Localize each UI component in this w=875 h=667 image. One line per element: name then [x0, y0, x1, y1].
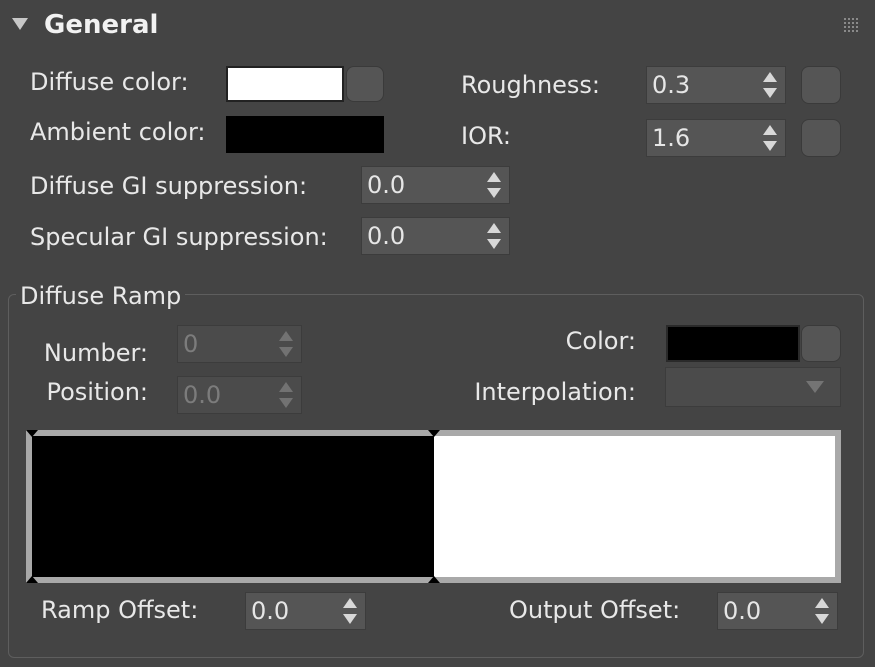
- spinner-arrows-icon[interactable]: [487, 223, 501, 249]
- ior-map-button[interactable]: [801, 119, 841, 157]
- spinner-arrows-icon[interactable]: [343, 598, 357, 624]
- spinner-arrows-icon[interactable]: [763, 72, 777, 98]
- output-offset-label: Output Offset:: [509, 596, 681, 624]
- panel-grip-icon[interactable]: [844, 18, 858, 32]
- ramp-position-spinner[interactable]: 0.0: [177, 376, 302, 414]
- ramp-position-label: Position:: [46, 378, 148, 406]
- ior-label: IOR:: [461, 122, 511, 150]
- spinner-arrows-icon[interactable]: [763, 125, 777, 151]
- spinner-arrows-icon[interactable]: [279, 382, 293, 408]
- diffuse-gi-suppression-value: 0.0: [367, 171, 406, 199]
- spinner-arrows-icon[interactable]: [815, 598, 829, 624]
- roughness-value: 0.3: [652, 71, 691, 99]
- ramp-stop-flag-icon[interactable]: [427, 430, 440, 437]
- ior-spinner[interactable]: 1.6: [646, 119, 786, 157]
- ramp-stop-flag-icon[interactable]: [427, 576, 440, 583]
- collapse-triangle-icon[interactable]: [12, 18, 28, 30]
- diffuse-gi-suppression-spinner[interactable]: 0.0: [361, 166, 510, 204]
- ramp-number-spinner[interactable]: 0: [177, 325, 302, 363]
- ramp-gradient-bar[interactable]: [26, 430, 841, 583]
- specular-gi-suppression-label: Specular GI suppression:: [30, 223, 328, 251]
- interpolation-label: Interpolation:: [474, 378, 636, 406]
- ior-value: 1.6: [652, 124, 691, 152]
- diffuse-gi-suppression-label: Diffuse GI suppression:: [30, 172, 308, 200]
- ramp-offset-value: 0.0: [251, 597, 290, 625]
- ramp-number-label: Number:: [43, 339, 148, 367]
- panel-title: General: [44, 10, 159, 40]
- dropdown-arrow-icon: [806, 381, 824, 393]
- diffuse-map-button[interactable]: [346, 66, 384, 102]
- roughness-map-button[interactable]: [801, 66, 841, 104]
- roughness-spinner[interactable]: 0.3: [646, 66, 786, 104]
- output-offset-spinner[interactable]: 0.0: [717, 592, 838, 630]
- spinner-arrows-icon[interactable]: [487, 172, 501, 198]
- specular-gi-suppression-value: 0.0: [367, 222, 406, 250]
- ramp-color-label: Color:: [565, 327, 636, 355]
- roughness-label: Roughness:: [461, 71, 601, 99]
- ramp-segment: [433, 436, 835, 577]
- interpolation-dropdown[interactable]: [665, 367, 841, 407]
- ramp-position-value: 0.0: [183, 381, 222, 409]
- output-offset-value: 0.0: [723, 597, 762, 625]
- diffuse-color-swatch[interactable]: [226, 66, 344, 102]
- diffuse-ramp-group-label: Diffuse Ramp: [16, 281, 186, 311]
- ramp-offset-label: Ramp Offset:: [41, 596, 199, 624]
- spinner-arrows-icon[interactable]: [279, 331, 293, 357]
- ambient-color-label: Ambient color:: [30, 118, 206, 146]
- ramp-stop-flag-icon[interactable]: [26, 576, 38, 583]
- diffuse-color-label: Diffuse color:: [30, 68, 189, 96]
- specular-gi-suppression-spinner[interactable]: 0.0: [361, 217, 510, 255]
- ramp-number-value: 0: [183, 330, 199, 358]
- ambient-color-swatch[interactable]: [226, 116, 384, 153]
- ramp-color-swatch[interactable]: [666, 325, 800, 362]
- ramp-stop-flag-icon[interactable]: [26, 430, 38, 437]
- ramp-color-map-button[interactable]: [801, 325, 841, 362]
- ramp-offset-spinner[interactable]: 0.0: [245, 592, 366, 630]
- ramp-segment: [32, 436, 434, 577]
